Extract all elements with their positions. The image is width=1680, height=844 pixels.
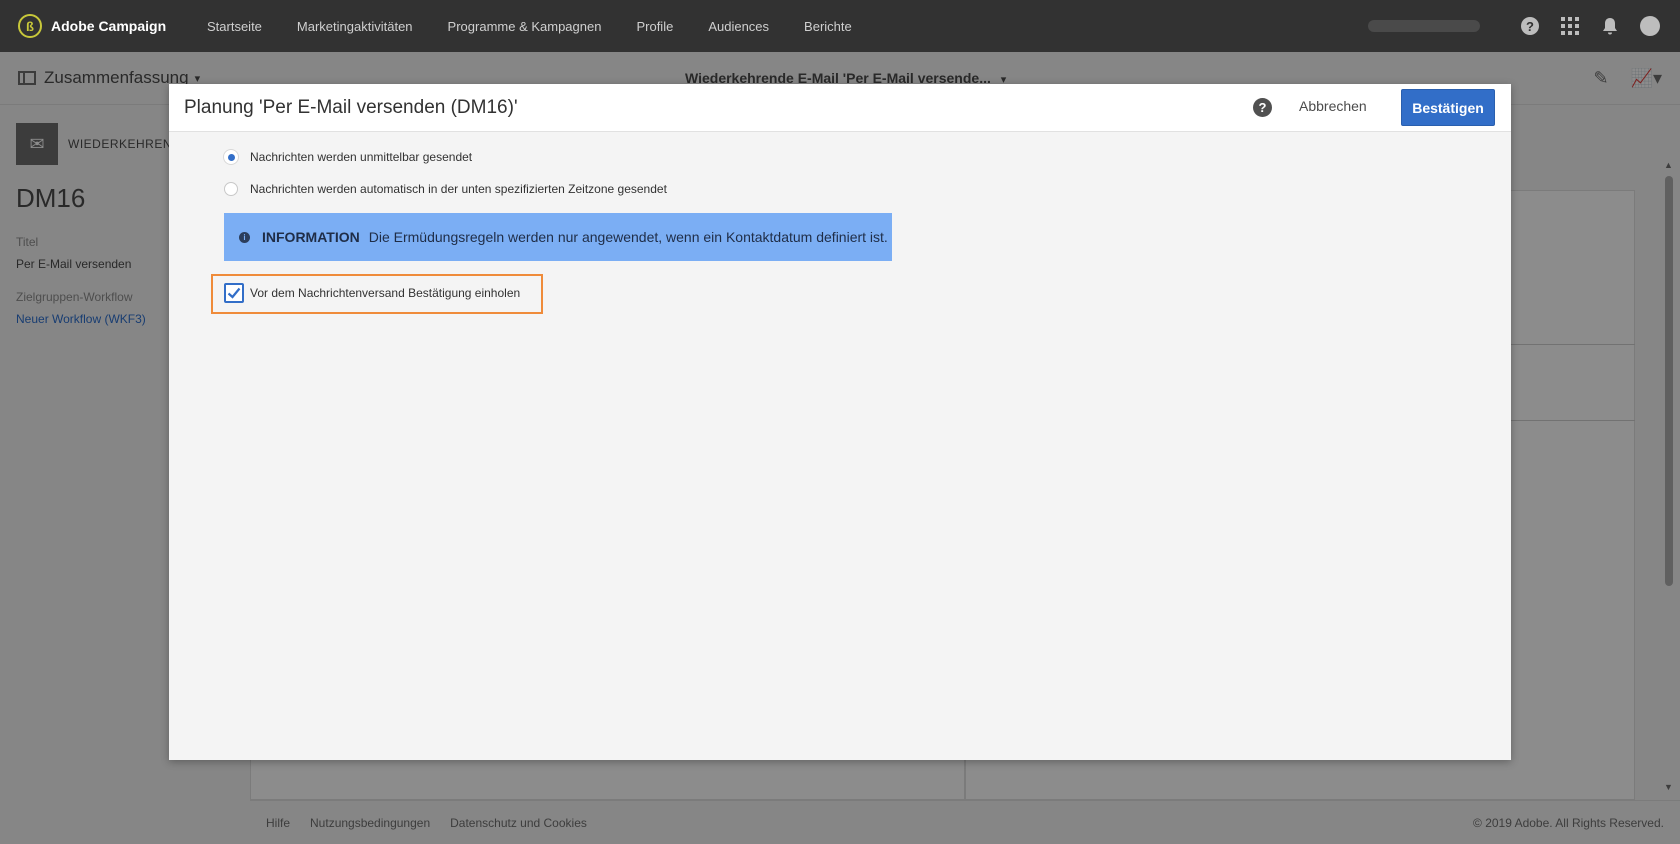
- information-banner: i INFORMATION Die Ermüdungsregeln werden…: [224, 213, 892, 261]
- help-icon[interactable]: ?: [1520, 16, 1540, 36]
- help-icon[interactable]: ?: [1253, 98, 1272, 117]
- topbar-actions: ?: [1368, 0, 1660, 52]
- adobe-campaign-logo-icon: ß: [18, 14, 42, 38]
- confirmation-checkbox[interactable]: [224, 283, 244, 303]
- nav-item-profile[interactable]: Profile: [636, 19, 673, 34]
- checkmark-icon: [227, 287, 241, 299]
- nav-item-audiences[interactable]: Audiences: [708, 19, 769, 34]
- info-icon: i: [239, 231, 250, 243]
- radio-label: Nachrichten werden automatisch in der un…: [250, 182, 667, 196]
- brand[interactable]: ß Adobe Campaign: [0, 14, 205, 38]
- user-avatar-icon[interactable]: [1640, 16, 1660, 36]
- radio-send-timezone[interactable]: Nachrichten werden automatisch in der un…: [224, 182, 667, 196]
- nav-item-marketingaktivitaeten[interactable]: Marketingaktivitäten: [297, 19, 413, 34]
- user-name-blurred: [1368, 20, 1480, 32]
- info-text: Die Ermüdungsregeln werden nur angewende…: [368, 229, 888, 245]
- nav-item-berichte[interactable]: Berichte: [804, 19, 852, 34]
- nav-item-programme-kampagnen[interactable]: Programme & Kampagnen: [448, 19, 602, 34]
- confirm-button[interactable]: Bestätigen: [1401, 89, 1495, 126]
- radio-button-selected[interactable]: [224, 150, 238, 164]
- radio-send-immediately[interactable]: Nachrichten werden unmittelbar gesendet: [224, 150, 472, 164]
- info-title: INFORMATION: [262, 229, 360, 245]
- top-navigation-bar: ß Adobe Campaign Startseite Marketingakt…: [0, 0, 1680, 52]
- nav-item-startseite[interactable]: Startseite: [207, 19, 262, 34]
- brand-name: Adobe Campaign: [51, 18, 167, 34]
- dialog-title: Planung 'Per E-Mail versenden (DM16)': [184, 97, 518, 118]
- radio-label: Nachrichten werden unmittelbar gesendet: [250, 150, 473, 164]
- dialog-header: Planung 'Per E-Mail versenden (DM16)' ? …: [169, 84, 1511, 132]
- main-nav: Startseite Marketingaktivitäten Programm…: [205, 19, 887, 34]
- confirmation-checkbox-row[interactable]: Vor dem Nachrichtenversand Bestätigung e…: [224, 283, 520, 303]
- bell-icon[interactable]: [1600, 16, 1620, 36]
- checkbox-label: Vor dem Nachrichtenversand Bestätigung e…: [250, 286, 521, 300]
- app-grid-icon[interactable]: [1560, 16, 1580, 36]
- radio-button[interactable]: [224, 182, 238, 196]
- scheduling-dialog: Planung 'Per E-Mail versenden (DM16)' ? …: [169, 84, 1511, 760]
- cancel-button[interactable]: Abbrechen: [1299, 98, 1367, 114]
